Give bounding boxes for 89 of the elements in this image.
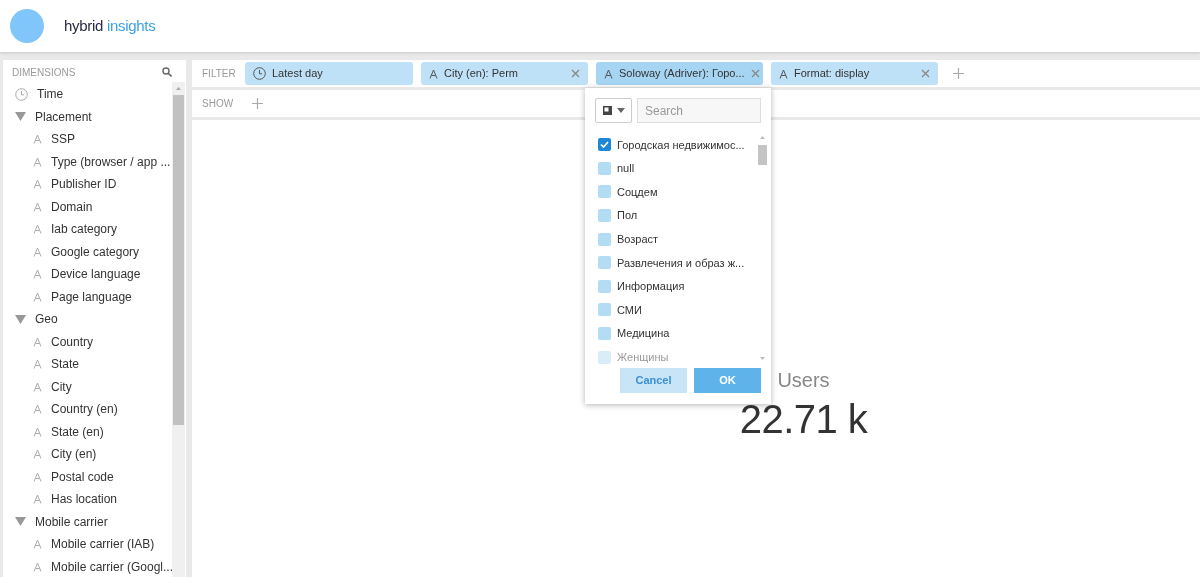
dimension-item[interactable]: Has location — [3, 488, 172, 511]
dimension-group[interactable]: Geo — [3, 308, 172, 331]
dimension-item[interactable]: Time — [3, 83, 172, 106]
clock-icon — [253, 67, 266, 80]
dimension-item[interactable]: Type (browser / app ... — [3, 150, 172, 173]
panel-title: DIMENSIONS — [12, 65, 76, 80]
dimension-item[interactable]: City — [3, 375, 172, 398]
square-icon — [602, 106, 612, 115]
letter-a-icon — [429, 68, 438, 79]
expanded-triangle-icon — [15, 112, 26, 122]
letter-a-icon — [33, 471, 42, 482]
filter-chip[interactable]: Latest day — [245, 62, 413, 85]
logo-text: hybrid insights — [64, 15, 156, 36]
letter-a-icon — [33, 269, 42, 280]
clock-icon — [15, 87, 28, 101]
letter-a-icon — [33, 291, 42, 302]
option-item[interactable]: Соцдем — [598, 180, 757, 204]
search-icon[interactable] — [162, 67, 172, 77]
letter-a-icon — [33, 224, 42, 235]
dimension-item[interactable]: Mobile carrier (IAB) — [3, 533, 172, 556]
scrollbar[interactable] — [757, 133, 768, 363]
add-icon[interactable] — [953, 68, 964, 79]
dimension-item[interactable]: State — [3, 353, 172, 376]
option-item[interactable]: Информация — [598, 274, 757, 299]
show-label: SHOW — [202, 97, 234, 111]
checkbox[interactable] — [598, 256, 611, 270]
dimension-item[interactable]: SSP — [3, 128, 172, 151]
dimension-item[interactable]: Device language — [3, 263, 172, 286]
dimension-item[interactable]: City (en) — [3, 443, 172, 466]
letter-a-icon — [33, 539, 42, 550]
filter-chip[interactable]: City (en): Perm — [421, 62, 588, 85]
option-item[interactable]: Городская недвижимос... — [598, 133, 757, 157]
checkbox[interactable] — [598, 185, 611, 199]
letter-a-icon — [604, 68, 613, 79]
scrollbar[interactable] — [172, 82, 185, 577]
dimension-item[interactable]: Mobile carrier (Googl... — [3, 555, 172, 577]
dimension-item[interactable]: Page language — [3, 285, 172, 308]
checkbox[interactable] — [598, 209, 611, 223]
expanded-triangle-icon — [15, 314, 26, 324]
select-mode-dropdown[interactable] — [595, 98, 632, 123]
option-item[interactable]: null — [598, 156, 757, 181]
dimension-item[interactable]: State (en) — [3, 420, 172, 443]
checkbox[interactable] — [598, 138, 611, 152]
letter-a-icon — [33, 561, 42, 572]
letter-a-icon — [33, 494, 42, 505]
checkbox[interactable] — [598, 279, 611, 293]
letter-a-icon — [33, 336, 42, 347]
letter-a-icon — [779, 68, 788, 79]
option-item[interactable]: Возраст — [598, 227, 757, 251]
add-icon[interactable] — [252, 98, 264, 109]
option-item[interactable]: Развлечения и образ ж... — [598, 250, 757, 275]
letter-a-icon — [33, 179, 42, 190]
option-item[interactable]: СМИ — [598, 298, 757, 322]
letter-a-icon — [33, 381, 42, 392]
dimension-item[interactable]: Postal code — [3, 465, 172, 488]
close-icon[interactable] — [750, 69, 760, 78]
letter-a-icon — [33, 201, 42, 212]
dimension-item[interactable]: Domain — [3, 195, 172, 218]
dimension-item[interactable]: Country (en) — [3, 398, 172, 421]
dimension-item[interactable]: Country — [3, 330, 172, 353]
checkmark-icon — [600, 141, 609, 149]
metric-label: Users — [777, 370, 830, 390]
letter-a-icon — [33, 156, 42, 167]
dimension-group[interactable]: Mobile carrier — [3, 510, 172, 533]
letter-a-icon — [33, 404, 42, 415]
dimension-group[interactable]: Placement — [3, 105, 172, 128]
dimension-item[interactable]: Google category — [3, 240, 172, 263]
letter-a-icon — [33, 134, 42, 145]
dimension-item[interactable]: Publisher ID — [3, 173, 172, 196]
letter-a-icon — [33, 246, 42, 257]
option-item[interactable]: Медицина — [598, 321, 757, 346]
metric-value: 22.71 k — [739, 399, 868, 439]
checkbox[interactable] — [598, 327, 611, 341]
close-icon[interactable] — [921, 69, 930, 78]
expanded-triangle-icon — [15, 517, 26, 527]
letter-a-icon — [33, 426, 42, 437]
option-item[interactable]: Пол — [598, 203, 757, 228]
letter-a-icon — [33, 449, 42, 460]
checkbox[interactable] — [598, 303, 611, 317]
close-icon[interactable] — [571, 69, 580, 78]
filter-chip[interactable]: Soloway (Adriver): Горо... — [596, 62, 763, 85]
letter-a-icon — [33, 359, 42, 370]
checkbox[interactable] — [598, 232, 611, 246]
checkbox[interactable] — [598, 161, 611, 175]
filter-label: FILTER — [202, 67, 237, 81]
caret-icon — [616, 108, 625, 113]
dimension-item[interactable]: Iab category — [3, 218, 172, 241]
search-field[interactable]: Search — [637, 98, 761, 123]
filter-chip[interactable]: Format: display — [771, 62, 938, 85]
